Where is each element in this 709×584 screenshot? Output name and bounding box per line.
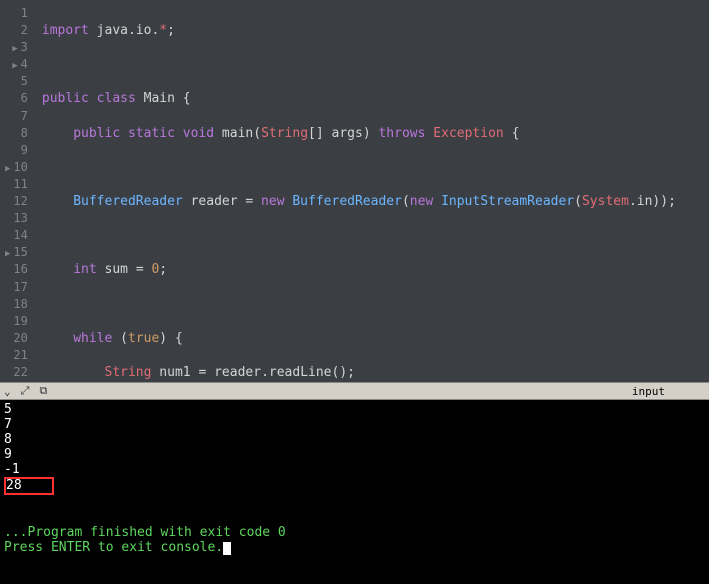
- line-number: 9: [5, 142, 28, 159]
- line-number: 13: [5, 210, 28, 227]
- code-editor[interactable]: 1 2 3 4 5 6 7 8 9 10 11 12 13 14 15 16 1…: [0, 0, 709, 382]
- line-number: 10: [5, 159, 28, 176]
- line-number: 14: [5, 227, 28, 244]
- line-number: 11: [5, 176, 28, 193]
- line-number: 5: [5, 73, 28, 90]
- console-prompt: Press ENTER to exit console.: [4, 540, 705, 555]
- line-number: 2: [5, 22, 28, 39]
- line-number: 18: [5, 296, 28, 313]
- console-exit-message: ...Program finished with exit code 0: [4, 525, 705, 540]
- console-line: 7: [4, 417, 705, 432]
- line-number: 19: [5, 313, 28, 330]
- line-number: 17: [5, 279, 28, 296]
- line-number: 15: [5, 244, 28, 261]
- line-number: 20: [5, 330, 28, 347]
- line-number: 8: [5, 125, 28, 142]
- line-number: 21: [5, 347, 28, 364]
- line-number-gutter: 1 2 3 4 5 6 7 8 9 10 11 12 13 14 15 16 1…: [0, 0, 36, 382]
- console-result-highlight: 28: [4, 477, 705, 495]
- expand-icon[interactable]: ⤢: [21, 384, 30, 398]
- line-number: 7: [5, 108, 28, 125]
- line-number: 12: [5, 193, 28, 210]
- console-line: 8: [4, 432, 705, 447]
- console-line: -1: [4, 462, 705, 477]
- console-line: 9: [4, 447, 705, 462]
- input-label: input: [632, 385, 665, 398]
- line-number: 22: [5, 364, 28, 381]
- copy-icon[interactable]: ⧉: [39, 384, 47, 398]
- chevron-down-icon[interactable]: ⌄: [4, 385, 11, 398]
- line-number: 6: [5, 90, 28, 107]
- line-number: 3: [5, 39, 28, 56]
- console-toolbar: ⌄ ⤢ ⧉ input: [0, 382, 709, 400]
- line-number: 1: [5, 5, 28, 22]
- code-area[interactable]: import java.io.*; public class Main { pu…: [36, 0, 709, 382]
- console-output[interactable]: 5 7 8 9 -1 28 ...Program finished with e…: [0, 400, 709, 584]
- line-number: 4: [5, 56, 28, 73]
- cursor-icon: [223, 542, 231, 555]
- line-number: 16: [5, 261, 28, 278]
- console-line: 5: [4, 402, 705, 417]
